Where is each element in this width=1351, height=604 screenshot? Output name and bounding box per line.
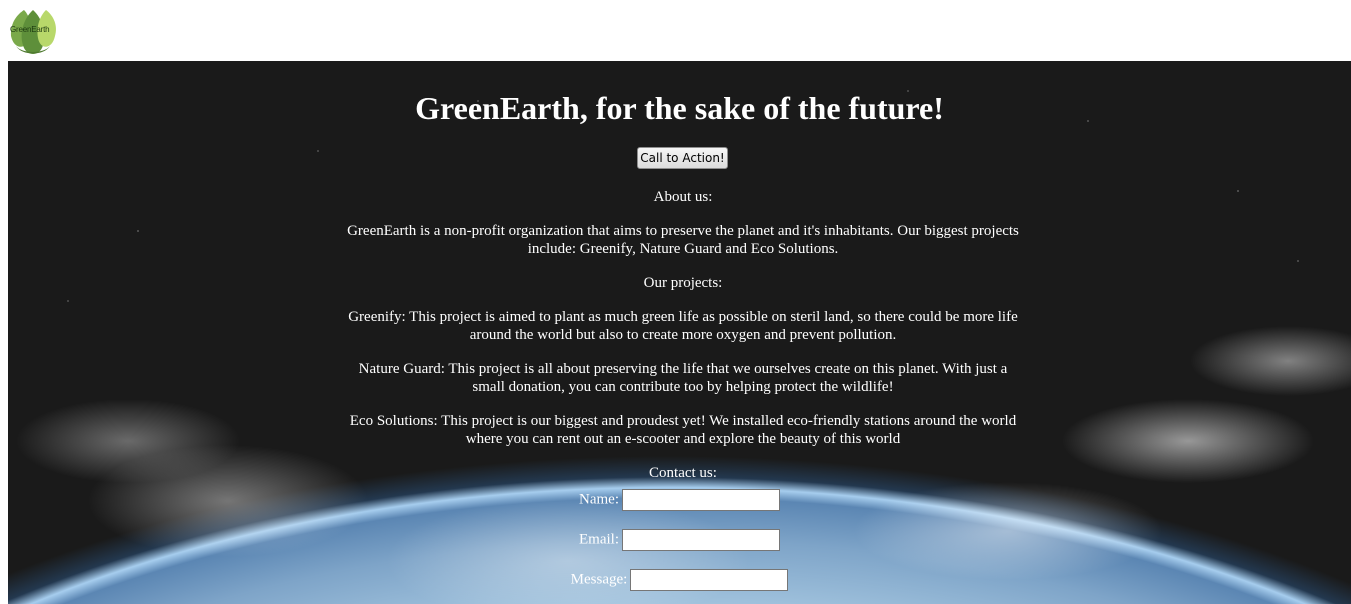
call-to-action-button[interactable]: Call to Action! (637, 147, 728, 169)
name-input[interactable] (621, 488, 780, 511)
email-input[interactable] (622, 528, 780, 551)
logo-text: GreenEarth (10, 25, 50, 34)
message-row: Message: (8, 568, 1351, 591)
about-heading: About us: (653, 189, 713, 205)
email-row: Email: (8, 528, 1351, 551)
contact-heading: Contact us: (649, 465, 717, 481)
message-label: Message: (570, 571, 628, 588)
page-title: GreenEarth, for the sake of the future! (415, 90, 944, 126)
message-input[interactable] (630, 568, 789, 591)
hero-section: GreenEarth, for the sake of the future! … (8, 61, 1351, 604)
project-eco-solutions: Eco Solutions: This project is our bigge… (349, 413, 1017, 447)
about-text: GreenEarth is a non-profit organization … (347, 223, 1019, 257)
name-label: Name: (579, 491, 619, 508)
greenearth-logo[interactable]: GreenEarth (8, 8, 58, 58)
site-header: GreenEarth (0, 0, 1351, 61)
project-greenify: Greenify: This project is aimed to plant… (348, 309, 1018, 343)
name-row: Name: (8, 488, 1351, 511)
projects-heading: Our projects: (643, 275, 723, 291)
project-nature-guard: Nature Guard: This project is all about … (358, 361, 1008, 395)
email-label: Email: (579, 531, 619, 548)
